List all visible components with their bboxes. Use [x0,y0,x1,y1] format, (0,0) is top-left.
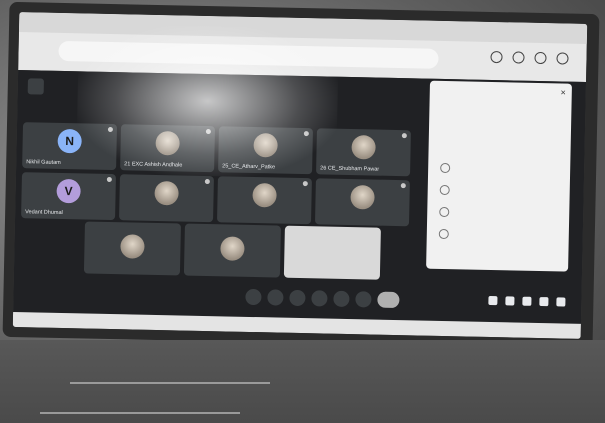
screen-share-tile[interactable] [283,225,381,280]
mic-muted-icon [205,128,211,135]
more-icon[interactable] [355,291,372,308]
avatar [253,133,278,158]
radio-option[interactable] [440,162,451,174]
participant-tile[interactable] [119,174,214,223]
mic-icon[interactable] [245,288,262,306]
laptop-keyboard-deck [0,340,605,423]
extension-icon[interactable] [490,50,503,64]
video-call-area: N Nikhil Gautam 21 EXC Ashish Andhale 25… [13,70,587,324]
laptop-bezel: N Nikhil Gautam 21 EXC Ashish Andhale 25… [2,1,600,350]
participant-tile[interactable]: 21 EXC Ashish Andhale [120,124,216,173]
info-icon[interactable] [488,295,498,306]
participant-name: 21 EXC Ashish Andhale [124,161,183,169]
avatar [220,236,245,261]
avatar [154,180,179,206]
avatar: V [56,178,81,204]
camera-icon[interactable] [267,289,284,306]
participant-tile[interactable] [314,178,410,227]
radio-option[interactable] [439,184,450,196]
people-icon[interactable] [505,296,515,306]
mic-muted-icon [303,131,309,137]
participant-tile[interactable] [83,221,181,276]
mic-muted-icon [302,181,308,187]
radio-option[interactable] [438,228,449,240]
address-bar[interactable] [58,40,439,69]
radio-option[interactable] [439,206,450,218]
extension-icon[interactable] [534,51,547,65]
present-icon[interactable] [333,290,350,308]
participant-tile[interactable]: N Nikhil Gautam [22,122,118,171]
profile-icon[interactable] [556,52,569,65]
close-icon[interactable]: × [560,87,565,97]
keyboard-edge [40,412,240,414]
avatar [120,234,145,259]
mic-muted-icon [107,126,113,133]
mic-muted-icon [106,176,112,183]
participant-tile[interactable] [217,176,312,225]
participant-tile[interactable]: 25_CE_Atharv_Patke [218,126,313,175]
mic-muted-icon [400,183,406,189]
browser-extension-icons [490,50,569,65]
mic-muted-icon [204,178,210,185]
extension-icon[interactable] [512,51,525,64]
side-panel: × [426,80,572,272]
browser-tab-strip[interactable] [18,12,588,44]
raise-hand-icon[interactable] [311,290,328,307]
avatar [351,135,376,160]
lock-icon[interactable] [556,297,566,307]
screen: N Nikhil Gautam 21 EXC Ashish Andhale 25… [12,12,588,339]
leave-call-icon[interactable] [377,291,400,309]
meeting-tools [488,295,566,307]
participant-grid: N Nikhil Gautam 21 EXC Ashish Andhale 25… [21,122,413,227]
participant-tile[interactable]: 26 CE_Shubham Pawar [316,128,411,177]
mic-muted-icon [401,133,407,139]
participant-tile[interactable] [183,223,281,278]
participant-tile[interactable]: V Vedant Dhumal [21,172,116,221]
participant-row-bottom [83,221,381,280]
participant-name: 26 CE_Shubham Pawar [320,165,380,173]
keyboard-edge [70,382,270,384]
participant-name: Vedant Dhumal [25,209,63,217]
avatar [155,130,180,156]
activities-icon[interactable] [539,297,549,307]
chat-icon[interactable] [522,296,532,306]
participant-name: Nikhil Gautam [26,159,61,166]
participant-name: 25_CE_Atharv_Patke [222,163,276,171]
avatar [252,182,277,208]
call-control-buttons [245,288,400,309]
avatar [350,185,375,210]
avatar: N [57,128,82,154]
captions-icon[interactable] [289,289,306,307]
meet-logo-icon [27,78,44,95]
photo-of-laptop-screen: N Nikhil Gautam 21 EXC Ashish Andhale 25… [0,0,605,423]
